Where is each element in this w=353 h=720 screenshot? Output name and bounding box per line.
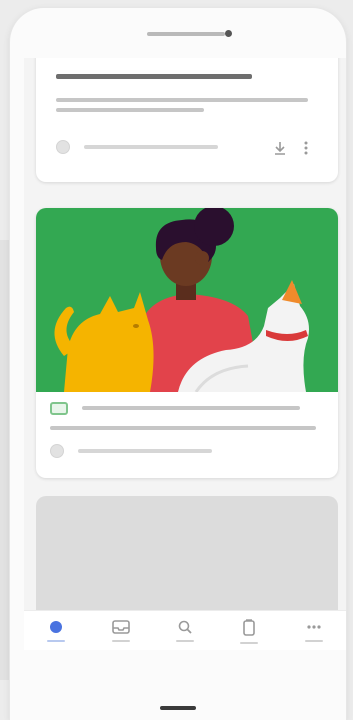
speaker-grille xyxy=(147,32,225,36)
more-horizontal-icon xyxy=(307,625,321,629)
feed-card-illustrated[interactable] xyxy=(36,208,338,478)
home-indicator[interactable] xyxy=(160,706,196,710)
nav-label-placeholder xyxy=(240,642,259,644)
nav-item-collections[interactable] xyxy=(229,619,269,644)
image-tag-icon xyxy=(50,402,68,415)
nav-item-search[interactable] xyxy=(165,619,205,642)
nav-label-placeholder xyxy=(304,640,323,642)
nav-label-placeholder xyxy=(175,640,194,642)
front-camera xyxy=(225,30,232,37)
card-title-placeholder xyxy=(56,74,252,79)
home-dot-icon xyxy=(50,621,63,633)
app-screen[interactable] xyxy=(24,58,346,650)
download-icon[interactable] xyxy=(274,141,286,157)
woman-with-cats-illustration xyxy=(36,208,338,392)
nav-item-home[interactable] xyxy=(36,619,76,642)
avatar-placeholder xyxy=(56,140,70,154)
bottom-navigation xyxy=(24,610,346,650)
card-line-placeholder xyxy=(56,108,204,112)
nav-label-placeholder xyxy=(47,640,66,642)
card-meta-placeholder xyxy=(78,449,212,453)
inbox-icon xyxy=(111,620,130,634)
phone-frame xyxy=(10,8,346,720)
nav-item-inbox[interactable] xyxy=(101,619,141,642)
more-vertical-icon[interactable] xyxy=(304,141,308,157)
card-line-placeholder xyxy=(56,98,308,102)
nav-label-placeholder xyxy=(111,640,130,642)
card-title-placeholder xyxy=(82,406,300,410)
search-icon xyxy=(178,620,192,634)
nav-item-more[interactable] xyxy=(294,619,334,642)
card-line-placeholder xyxy=(50,426,316,430)
card-meta-placeholder xyxy=(84,145,218,149)
copy-icon xyxy=(243,619,256,636)
feed-card-text[interactable] xyxy=(36,58,338,182)
avatar-placeholder xyxy=(50,444,64,458)
